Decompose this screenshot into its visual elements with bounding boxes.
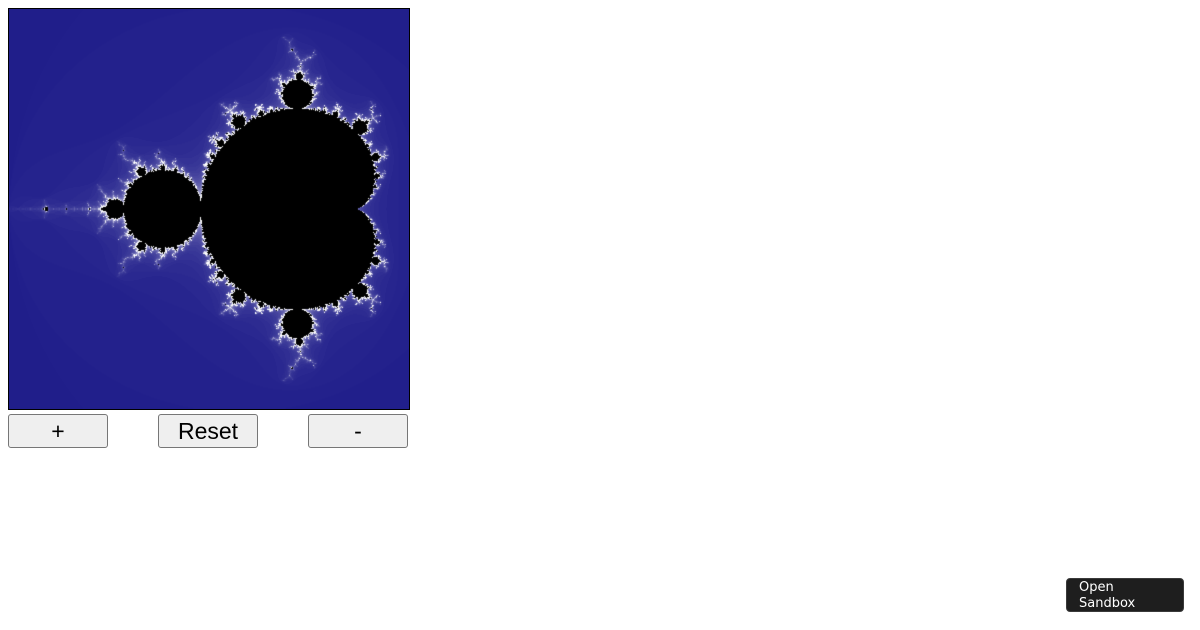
zoom-out-button[interactable]: - bbox=[308, 414, 408, 448]
reset-button[interactable]: Reset bbox=[158, 414, 258, 448]
mandelbrot-canvas[interactable] bbox=[8, 8, 410, 410]
zoom-in-button[interactable]: + bbox=[8, 414, 108, 448]
open-sandbox-button[interactable]: Open Sandbox bbox=[1066, 578, 1184, 612]
